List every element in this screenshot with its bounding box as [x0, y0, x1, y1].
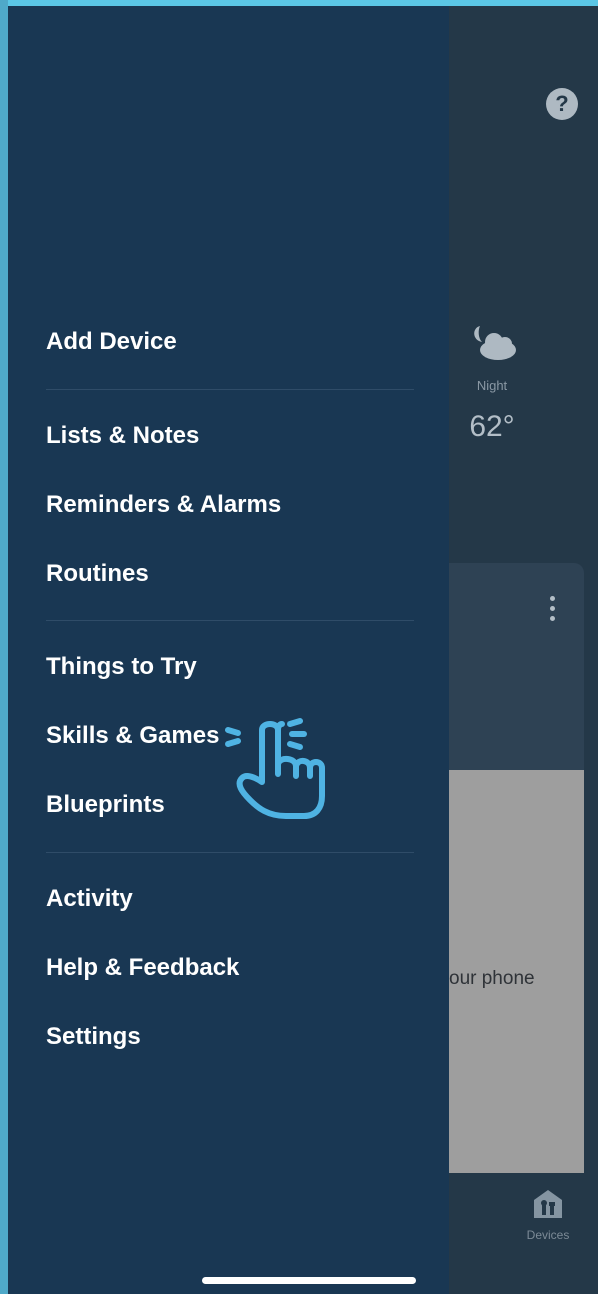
menu-item-routines[interactable]: Routines — [46, 559, 149, 589]
card-text: our phone — [449, 968, 535, 989]
tap-hand-icon — [225, 718, 325, 819]
weather-temperature: 62° — [469, 410, 515, 443]
weather-period-label: Night — [476, 378, 508, 393]
menu-item-help-feedback[interactable]: Help & Feedback — [46, 953, 239, 983]
vertical-dots-icon[interactable] — [544, 596, 560, 626]
frame-edge-left — [0, 0, 8, 1294]
frame-edge-top — [0, 0, 598, 6]
home-indicator[interactable] — [202, 1277, 416, 1284]
menu-item-settings[interactable]: Settings — [46, 1022, 141, 1052]
menu-item-activity[interactable]: Activity — [46, 884, 133, 914]
menu-divider — [46, 852, 414, 853]
help-icon[interactable]: ? — [546, 88, 578, 120]
menu-divider — [46, 620, 414, 621]
menu-item-blueprints[interactable]: Blueprints — [46, 790, 165, 820]
menu-item-add-device[interactable]: Add Device — [46, 327, 177, 357]
menu-item-lists-notes[interactable]: Lists & Notes — [46, 421, 199, 451]
menu-item-skills-games[interactable]: Skills & Games — [46, 721, 219, 751]
menu-divider — [46, 389, 414, 390]
devices-nav-label[interactable]: Devices — [505, 1228, 591, 1242]
moon-cloud-icon — [474, 326, 516, 360]
devices-icon[interactable] — [531, 1188, 565, 1220]
menu-item-reminders-alarms[interactable]: Reminders & Alarms — [46, 490, 281, 520]
menu-item-things-to-try[interactable]: Things to Try — [46, 652, 197, 682]
navigation-drawer — [8, 6, 449, 1294]
app-screen: ? Night 62° our phone Devices Add Device… — [0, 0, 598, 1294]
